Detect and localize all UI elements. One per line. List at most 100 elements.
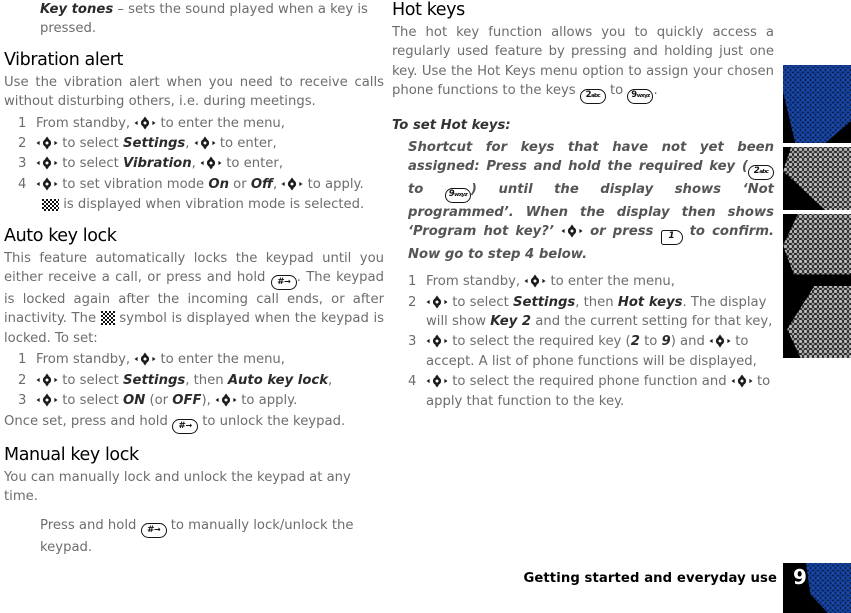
mode-on: On — [208, 176, 229, 192]
decorative-image-inner — [783, 147, 851, 210]
option-on: ON — [123, 393, 146, 409]
step-text-2: to — [639, 334, 662, 350]
closing-text-1: Once set, press and hold — [4, 413, 173, 429]
navigation-joystick-icon — [134, 116, 156, 130]
step-item: 1 From standby, to enter the menu, — [4, 114, 384, 133]
step-number: 4 — [408, 374, 417, 390]
page-number-badge: 9 — [783, 563, 851, 613]
vibration-note: is displayed when vibration mode is sele… — [4, 195, 384, 214]
step-text-4: to apply. — [237, 393, 298, 409]
instruction-text-1: Press and hold — [40, 518, 141, 534]
navigation-joystick-icon — [426, 374, 448, 388]
step-text-2: or — [228, 176, 251, 192]
hot-keys-text-2: . — [653, 83, 658, 99]
submenu-name: Auto key lock — [227, 372, 328, 388]
step-text-3: , — [327, 372, 333, 388]
key-2-icon: 2abc — [579, 89, 606, 105]
navigation-joystick-icon — [524, 274, 546, 288]
decorative-image-inner — [783, 65, 851, 143]
vibration-alert-steps: 1 From standby, to enter the menu, 2 to s… — [4, 114, 384, 195]
step-item: 2 to select Settings, then Auto key lock… — [4, 371, 384, 390]
key-2-icon: 2abc — [748, 164, 774, 180]
step-number: 2 — [408, 294, 417, 310]
vibration-alert-body: Use the vibration alert when you need to… — [4, 74, 384, 110]
step-item: 1 From standby, to enter the menu, — [392, 272, 774, 291]
navigation-joystick-icon — [36, 177, 58, 191]
step-item: 3 to select Vibration, to enter, — [4, 154, 384, 173]
menu-name: Settings — [513, 294, 576, 310]
shortcut-text-4: or press — [583, 224, 661, 240]
navigation-joystick-icon — [709, 334, 731, 348]
navigation-joystick-icon — [200, 156, 222, 170]
decorative-image-gray-1 — [783, 147, 851, 210]
step-number: 2 — [18, 372, 27, 388]
left-column: Key tones – sets the sound played when a… — [4, 0, 384, 560]
step-text-2: , then — [575, 294, 618, 310]
step-text-3: , — [273, 176, 282, 192]
page-footer: Getting started and everyday use — [0, 563, 851, 613]
step-text: From standby, — [36, 115, 135, 131]
manual-key-lock-body: You can manually lock and unlock the key… — [4, 469, 351, 504]
step-item: 2 to select Settings, to enter, — [4, 134, 384, 153]
step-text-2: to enter the menu, — [546, 274, 675, 290]
step-text-3: ) and — [670, 334, 710, 350]
hash-key-icon: #→ — [140, 523, 167, 539]
step-text: to select — [58, 393, 123, 409]
hash-key-icon: #→ — [172, 418, 199, 434]
navigation-joystick-icon — [281, 177, 303, 191]
halftone-pattern-gray — [783, 147, 851, 210]
step-text: to select the required phone function an… — [448, 374, 731, 390]
vibration-mode-icon — [42, 199, 59, 212]
auto-key-lock-body: This feature automatically locks the key… — [4, 249, 384, 349]
navigation-joystick-icon — [426, 295, 448, 309]
step-text: From standby, — [426, 274, 525, 290]
key-1-icon: 1 — [660, 230, 683, 246]
menu-name: Settings — [123, 372, 186, 388]
step-text: to select the required key ( — [448, 334, 631, 350]
navigation-joystick-icon — [561, 224, 583, 238]
hot-keys-shortcut-note: Shortcut for keys that have not yet been… — [392, 138, 774, 265]
hot-keys-text-1: The hot key function allows you to quick… — [392, 25, 774, 99]
heading-auto-key-lock: Auto key lock — [4, 225, 117, 246]
step-text-2: (or — [145, 393, 173, 409]
step-item: 4 to set vibration mode On or Off, to ap… — [4, 175, 384, 194]
step-text-2: , then — [185, 372, 228, 388]
step-text: to select — [58, 136, 123, 152]
navigation-joystick-icon — [215, 393, 237, 407]
key-9-icon: 9wxyz — [627, 89, 654, 105]
display-value: Key 2 — [490, 314, 532, 330]
shortcut-text-2: to — [408, 181, 445, 197]
navigation-joystick-icon — [36, 393, 58, 407]
option-off: OFF — [172, 393, 202, 409]
heading-vibration-alert: Vibration alert — [4, 49, 123, 70]
step-number: 1 — [18, 352, 27, 368]
decorative-image-inner — [783, 214, 851, 358]
step-item: 4 to select the required phone function … — [392, 372, 774, 411]
step-number: 3 — [18, 156, 27, 172]
navigation-joystick-icon — [426, 334, 448, 348]
step-number: 3 — [408, 334, 417, 350]
key-range-start: 2 — [630, 334, 640, 350]
vibration-note-text: is displayed when vibration mode is sele… — [59, 197, 365, 213]
auto-key-lock-closing: Once set, press and hold #→ to unlock th… — [4, 412, 384, 434]
step-item: 2 to select Settings, then Hot keys. The… — [392, 293, 774, 332]
key-tones-paragraph: Key tones – sets the sound played when a… — [4, 0, 384, 39]
step-number: 1 — [408, 274, 417, 290]
step-text-2: , — [185, 136, 194, 152]
step-text-2: , — [191, 156, 201, 172]
key-range-end: 9 — [661, 334, 671, 350]
step-item: 3 to select the required key (2 to 9) an… — [392, 332, 774, 371]
to-set-hot-keys-heading: To set Hot keys: — [392, 118, 511, 134]
step-number: 3 — [18, 393, 27, 409]
step-text-3: ), — [201, 393, 216, 409]
step-item: 3 to select ON (or OFF), to apply. — [4, 391, 384, 410]
submenu-name: Hot keys — [617, 294, 683, 310]
step-number: 2 — [18, 136, 27, 152]
footer-section-title: Getting started and everyday use — [523, 571, 777, 586]
step-text: to set vibration mode — [58, 176, 209, 192]
step-text: to select — [58, 372, 123, 388]
menu-name: Vibration — [123, 156, 192, 172]
manual-key-lock-instruction: Press and hold #→ to manually lock/unloc… — [4, 516, 384, 557]
step-text: to select — [448, 294, 513, 310]
key-9-icon: 9wxyz — [444, 187, 471, 203]
